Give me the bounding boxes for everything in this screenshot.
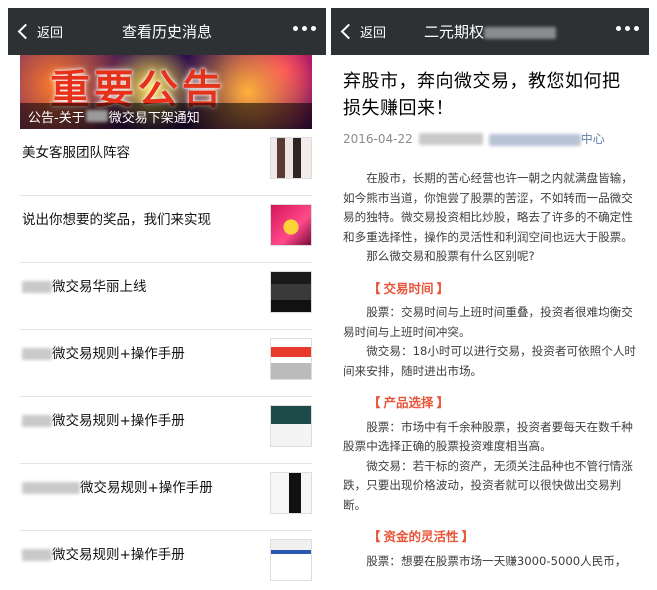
more-icon[interactable] [616, 26, 639, 31]
nav-bar: 返回 查看历史消息 [8, 8, 326, 55]
section-heading-text: 资金的灵活性 [383, 529, 459, 544]
redacted-text [488, 133, 581, 146]
section-heading-text: 交易时间 [383, 280, 434, 296]
article-date: 2016-04-22 [343, 131, 413, 146]
list-item[interactable]: 说出你想要的奖品，我们来实现 [20, 196, 312, 263]
list-item-label-row: 微交易规则+操作手册 [22, 543, 185, 563]
back-button[interactable]: 返回 [339, 8, 386, 55]
paragraph: 股票：交易时间与上班时间重叠，投资者很难均衡交易时间与上班时间冲突。 [343, 305, 633, 339]
paragraph: 在股市，长期的苦心经营也许一朝之内就满盘皆输，如今熊市当道，你饱尝了股票的苦涩，… [343, 171, 633, 244]
list-item-label: 美女客服团队阵容 [22, 145, 130, 161]
list-item-label: 微交易华丽上线 [52, 279, 147, 295]
list-item[interactable]: 微交易华丽上线 [20, 263, 312, 330]
list-item-label-row: 微交易规则+操作手册 [22, 476, 213, 496]
redacted-text [22, 415, 52, 427]
list-item-label-row: 微交易规则+操作手册 [22, 409, 185, 429]
list-item-thumbnail [270, 137, 312, 179]
article: 弃股市，奔向微交易，教您如何把损失赚回来！ 2016-04-22 中心 在股市，… [331, 68, 649, 571]
back-button[interactable]: 返回 [16, 8, 63, 55]
list-item-label: 微交易规则+操作手册 [52, 547, 185, 563]
list-item-thumbnail [270, 271, 312, 313]
redacted-text [85, 110, 108, 122]
list-item-label: 微交易规则+操作手册 [52, 413, 185, 429]
list-item-label: 微交易规则+操作手册 [52, 346, 185, 362]
redacted-text [22, 482, 80, 494]
list-item-thumbnail [270, 405, 312, 447]
list-item[interactable]: 微交易规则+操作手册 [20, 531, 312, 582]
paragraph: 微交易：若干标的资产，无须关注品种也不管行情涨跌，只要出现价格波动，投资者就可以… [343, 458, 633, 512]
chevron-left-icon [17, 23, 34, 40]
announcement-banner[interactable]: 重要公告 公告-关于 微交易下架通知 [20, 55, 312, 129]
list-item-thumbnail [270, 338, 312, 380]
list-item-thumbnail [270, 204, 312, 246]
redacted-text [22, 549, 52, 561]
section-heading: 【交易时间】 [343, 279, 449, 299]
paragraph: 股票：想要在股票市场一天赚3000-5000人民币， [366, 553, 627, 568]
paragraph: 那么微交易和股票有什么区别呢? [366, 249, 535, 263]
list-item-label: 说出你想要的奖品，我们来实现 [22, 212, 211, 228]
list-item-thumbnail [270, 472, 312, 514]
more-icon[interactable] [293, 26, 316, 31]
article-body: 在股市，长期的苦心经营也许一朝之内就满盘皆输，如今熊市当道，你饱尝了股票的苦涩，… [343, 169, 637, 571]
list-item[interactable]: 微交易规则+操作手册 [20, 464, 312, 531]
back-label: 返回 [360, 26, 387, 41]
page-title: 二元期权 [423, 23, 484, 41]
list-item-label-row: 微交易华丽上线 [22, 275, 147, 295]
paragraph: 微交易：18小时可以进行交易，投资者可依照个人时间来安排，随时进出市场。 [343, 344, 637, 378]
list-item-label-row: 微交易规则+操作手册 [22, 342, 185, 362]
list-item-thumbnail [270, 539, 312, 581]
nav-bar: 返回 二元期权 [331, 8, 649, 55]
back-label: 返回 [37, 26, 64, 41]
redacted-text [484, 26, 556, 39]
article-meta: 2016-04-22 中心 [343, 130, 637, 147]
article-source[interactable]: 中心 [488, 130, 605, 147]
redacted-text [22, 281, 52, 293]
list-item-label: 微交易规则+操作手册 [80, 480, 213, 496]
redacted-text [418, 132, 483, 145]
section-heading: 【产品选择】 [343, 393, 449, 413]
list-item[interactable]: 美女客服团队阵容 [20, 129, 312, 196]
redacted-text [22, 348, 52, 360]
paragraph: 股票：市场中有千余种股票，投资者要每天在数千种股票中选择正确的股票投资难度相当高… [343, 419, 633, 454]
section-heading-text: 产品选择 [383, 395, 434, 410]
banner-caption-suffix: 微交易下架通知 [108, 110, 200, 126]
article-screen: 返回 二元期权 弃股市，奔向微交易，教您如何把损失赚回来！ 2016-04-22… [331, 8, 649, 582]
list-item[interactable]: 微交易规则+操作手册 [20, 330, 312, 397]
banner-caption: 公告-关于 微交易下架通知 [20, 103, 312, 129]
banner-caption-prefix: 公告-关于 [28, 110, 85, 126]
article-source-suffix: 中心 [580, 132, 605, 146]
section-heading: 【资金的灵活性】 [343, 527, 474, 547]
list-item[interactable]: 微交易规则+操作手册 [20, 397, 312, 464]
history-messages-screen: 返回 查看历史消息 重要公告 公告-关于 微交易下架通知 美女客服团队阵容 说出… [8, 8, 326, 582]
article-title: 弃股市，奔向微交易，教您如何把损失赚回来！ [343, 71, 621, 119]
chevron-left-icon [340, 23, 357, 40]
